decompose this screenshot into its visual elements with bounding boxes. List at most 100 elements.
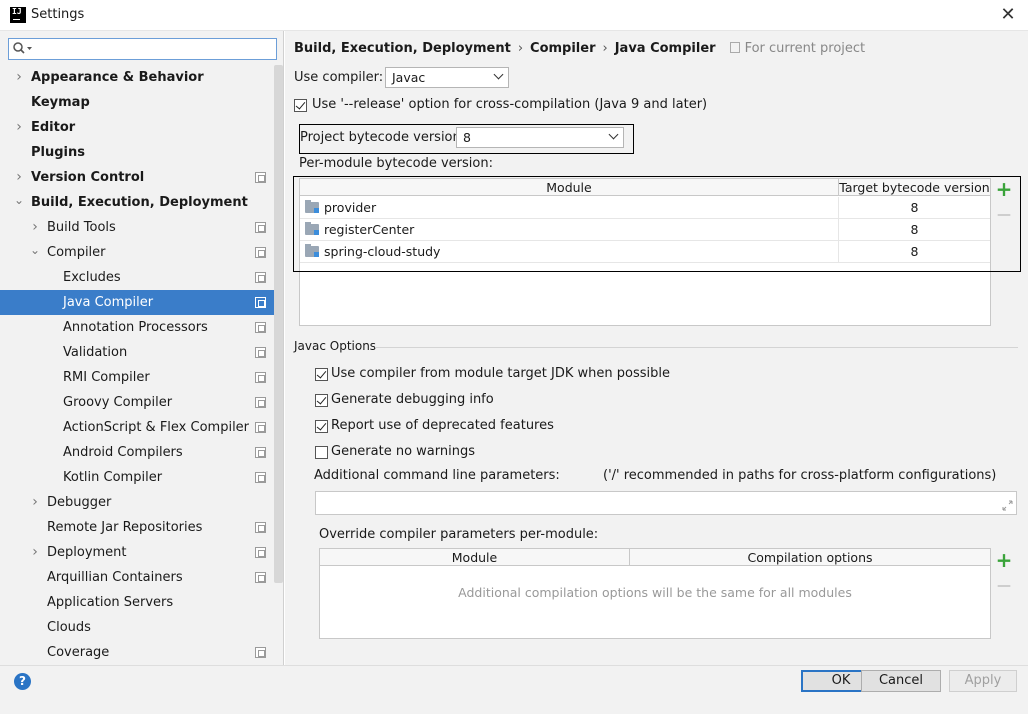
sidebar-item-compiler[interactable]: ⌄ Compiler [0, 240, 276, 265]
sidebar-item-rmi-compiler[interactable]: RMI Compiler [0, 365, 276, 390]
sidebar-item-arquillian-containers[interactable]: Arquillian Containers [0, 565, 276, 590]
sidebar-item-keymap[interactable]: Keymap [0, 90, 276, 115]
breadcrumb-part: Compiler [530, 41, 596, 56]
breadcrumb-separator: › [602, 41, 608, 56]
sidebar-item-label: Version Control [31, 170, 145, 185]
window-titlebar: IJ Settings ✕ [0, 0, 1028, 31]
override-empty-message: Additional compilation options will be t… [458, 585, 852, 600]
project-level-icon [255, 372, 266, 383]
project-level-icon [255, 422, 266, 433]
project-bytecode-label: Project bytecode version: [300, 130, 466, 145]
sidebar-item-label: Deployment [47, 545, 127, 560]
settings-search-input[interactable] [35, 40, 271, 58]
help-icon[interactable]: ? [14, 673, 31, 690]
remove-override-button[interactable]: — [994, 577, 1014, 597]
override-label: Override compiler parameters per-module: [319, 527, 599, 542]
project-bytecode-select[interactable]: 8 [456, 127, 624, 148]
sidebar-item-label: Java Compiler [63, 295, 154, 310]
deprecated-features-checkbox[interactable] [315, 420, 328, 433]
sidebar-item-label: Appearance & Behavior [31, 70, 204, 85]
sidebar-scrollbar[interactable] [274, 65, 283, 583]
sidebar-item-kotlin-compiler[interactable]: Kotlin Compiler [0, 465, 276, 490]
chevron-down-icon [608, 129, 619, 140]
chevron-right-icon[interactable]: › [14, 115, 24, 140]
project-level-icon [255, 647, 266, 658]
sidebar-item-build-execution-deployment[interactable]: ⌄ Build, Execution, Deployment [0, 190, 276, 215]
additional-params-label: Additional command line parameters: [314, 468, 560, 483]
chevron-right-icon[interactable]: › [30, 215, 40, 240]
sidebar-item-label: Keymap [31, 95, 90, 110]
breadcrumb: Build, Execution, Deployment › Compiler › Ja… [294, 41, 865, 59]
cancel-button[interactable]: Cancel [861, 670, 941, 692]
sidebar-item-remote-jar-repositories[interactable]: Remote Jar Repositories [0, 515, 276, 540]
close-icon[interactable]: ✕ [996, 4, 1020, 26]
sidebar-item-excludes[interactable]: Excludes [0, 265, 276, 290]
sidebar-item-coverage[interactable]: Coverage [0, 640, 276, 665]
chevron-down-icon[interactable]: ⌄ [30, 240, 40, 265]
sidebar-item-label: Android Compilers [63, 445, 183, 460]
no-warnings-label: Generate no warnings [331, 444, 476, 459]
apply-button[interactable]: Apply [949, 670, 1017, 692]
project-level-icon [255, 522, 266, 533]
sidebar-item-version-control[interactable]: › Version Control [0, 165, 276, 190]
per-module-label: Per-module bytecode version: [299, 156, 493, 171]
project-level-icon [255, 322, 266, 333]
project-bytecode-value: 8 [463, 130, 471, 145]
use-compiler-select[interactable]: Javac [385, 67, 509, 88]
sidebar-item-label: Build, Execution, Deployment [31, 195, 248, 210]
settings-search-box[interactable] [8, 38, 277, 60]
sidebar-item-application-servers[interactable]: Application Servers [0, 590, 276, 615]
sidebar-item-actionscript-flex-compiler[interactable]: ActionScript & Flex Compiler [0, 415, 276, 440]
sidebar-item-label: Validation [63, 345, 128, 360]
project-level-icon [255, 297, 266, 308]
sidebar-item-appearance-behavior[interactable]: › Appearance & Behavior [0, 65, 276, 90]
sidebar-item-clouds[interactable]: Clouds [0, 615, 276, 640]
expand-icon[interactable] [1002, 500, 1013, 511]
sidebar-item-debugger[interactable]: › Debugger [0, 490, 276, 515]
additional-params-hint: ('/' recommended in paths for cross-plat… [603, 468, 997, 483]
search-icon[interactable] [12, 41, 34, 57]
sidebar-item-validation[interactable]: Validation [0, 340, 276, 365]
use-compiler-value: Javac [392, 70, 426, 85]
chevron-down-icon [493, 69, 504, 80]
chevron-right-icon[interactable]: › [14, 65, 24, 90]
no-warnings-checkbox[interactable] [315, 446, 328, 459]
remove-module-button[interactable]: — [994, 206, 1014, 226]
deprecated-features-label: Report use of deprecated features [331, 418, 554, 433]
release-option-label: Use '--release' option for cross-compila… [312, 97, 708, 112]
chevron-right-icon[interactable]: › [14, 165, 24, 190]
window-title: Settings [31, 7, 85, 22]
breadcrumb-part: Java Compiler [614, 41, 716, 56]
sidebar-item-label: Excludes [63, 270, 121, 285]
sidebar-item-android-compilers[interactable]: Android Compilers [0, 440, 276, 465]
debugging-info-checkbox[interactable] [315, 394, 328, 407]
add-override-button[interactable]: + [994, 550, 1014, 571]
chevron-right-icon[interactable]: › [30, 540, 40, 565]
sidebar-item-groovy-compiler[interactable]: Groovy Compiler [0, 390, 276, 415]
sidebar-item-java-compiler[interactable]: Java Compiler [0, 290, 276, 315]
sidebar-item-deployment[interactable]: › Deployment [0, 540, 276, 565]
sidebar-item-annotation-processors[interactable]: Annotation Processors [0, 315, 276, 340]
additional-params-field[interactable] [315, 491, 1017, 515]
chevron-right-icon[interactable]: › [30, 490, 40, 515]
group-divider [375, 347, 1018, 348]
column-header-module[interactable]: Module [320, 549, 629, 566]
release-option-checkbox[interactable] [294, 99, 307, 112]
sidebar-item-plugins[interactable]: Plugins [0, 140, 276, 165]
sidebar-item-label: Plugins [31, 145, 85, 160]
project-level-icon [255, 172, 266, 183]
sidebar-item-build-tools[interactable]: › Build Tools [0, 215, 276, 240]
project-level-icon [255, 247, 266, 258]
sidebar-item-editor[interactable]: › Editor [0, 115, 276, 140]
sidebar-item-label: Annotation Processors [63, 320, 208, 335]
sidebar-item-label: Editor [31, 120, 76, 135]
override-table: Module Compilation options Additional co… [319, 548, 991, 639]
chevron-down-icon[interactable]: ⌄ [14, 190, 24, 215]
sidebar-item-label: Application Servers [47, 595, 174, 610]
project-level-icon [255, 272, 266, 283]
add-module-button[interactable]: + [994, 179, 1014, 200]
column-header-compilation-options[interactable]: Compilation options [629, 549, 990, 566]
use-compiler-label: Use compiler: [294, 70, 384, 85]
use-module-jdk-checkbox[interactable] [315, 368, 328, 381]
debugging-info-label: Generate debugging info [331, 392, 494, 407]
